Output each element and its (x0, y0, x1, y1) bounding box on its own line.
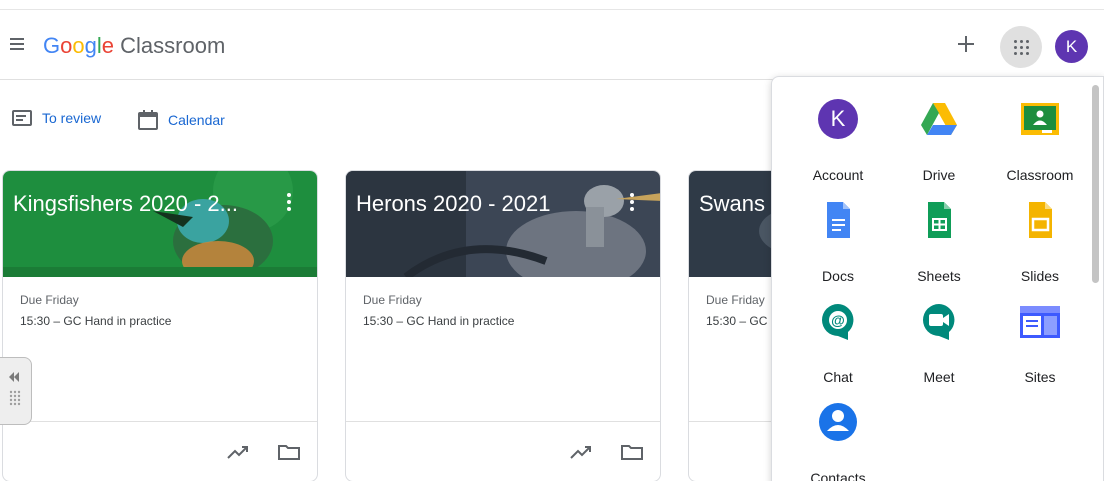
assignment-link[interactable]: 15:30 – GC Hand in practice (363, 314, 514, 328)
drive-icon (921, 103, 957, 135)
contacts-icon (819, 403, 857, 441)
account-icon: K (818, 99, 858, 139)
app-label: Sites (1024, 369, 1056, 385)
slides-icon (1029, 202, 1052, 238)
app-tile-account[interactable]: K Account (788, 83, 888, 183)
class-card-banner (346, 171, 660, 277)
app-label: Account (812, 167, 864, 183)
app-label: Sheets (917, 268, 961, 284)
card-divider (3, 421, 317, 422)
collapse-handle-icon (9, 372, 21, 406)
app-label: Meet (923, 369, 955, 385)
app-tile-drive[interactable]: Drive (889, 83, 989, 183)
browser-top-line (0, 9, 1104, 10)
app-label: Contacts (810, 470, 866, 481)
account-avatar-button[interactable]: K (1055, 30, 1088, 63)
app-tile-classroom[interactable]: Classroom (990, 83, 1090, 183)
due-label: Due Friday (363, 293, 422, 307)
to-review-label: To review (42, 110, 102, 126)
create-join-class-button[interactable] (952, 30, 980, 58)
app-label: Slides (1020, 268, 1060, 284)
chat-icon: @ (822, 304, 854, 340)
calendar-icon (138, 110, 158, 130)
class-card-title[interactable]: Herons 2020 - 2021 (356, 191, 550, 217)
app-tile-sheets[interactable]: Sheets (889, 184, 989, 284)
hamburger-menu-icon[interactable] (10, 38, 24, 50)
to-review-icon (12, 110, 32, 126)
class-folder-icon[interactable] (619, 439, 645, 465)
calendar-link[interactable]: Calendar (138, 110, 225, 130)
app-label: Drive (922, 167, 956, 183)
assignment-link[interactable]: 15:30 – GC (706, 314, 767, 328)
to-review-link[interactable]: To review (12, 110, 101, 126)
class-card-kingsfishers[interactable]: Kingsfishers 2020 - 2... Due Friday 15:3… (2, 170, 318, 481)
heron-banner-image (346, 171, 660, 277)
class-card-title[interactable]: Kingsfishers 2020 - 2... (13, 191, 238, 217)
class-card-title[interactable]: Swans (699, 191, 765, 217)
app-logo[interactable]: Google Classroom (43, 33, 225, 59)
due-label: Due Friday (706, 293, 765, 307)
app-header: Google Classroom K (0, 14, 1104, 80)
google-apps-button[interactable] (1000, 26, 1042, 68)
class-card-herons[interactable]: Herons 2020 - 2021 Due Friday 15:30 – GC… (345, 170, 661, 481)
assignment-link[interactable]: 15:30 – GC Hand in practice (20, 314, 171, 328)
class-card-banner (3, 171, 317, 277)
sheets-icon (928, 202, 951, 238)
app-label: Classroom (1006, 167, 1074, 183)
app-tile-docs[interactable]: Docs (788, 184, 888, 284)
launcher-scrollbar[interactable] (1092, 85, 1099, 283)
app-tile-slides[interactable]: Slides (990, 184, 1090, 284)
more-options-icon[interactable] (622, 191, 642, 215)
classroom-page: Google Classroom K To review Calendar Ki… (0, 0, 1104, 481)
gradebook-trending-icon[interactable] (225, 439, 251, 465)
side-panel-handle[interactable] (0, 357, 32, 425)
classroom-icon (1021, 103, 1059, 135)
app-tile-chat[interactable]: @ Chat (788, 285, 888, 385)
docs-icon (827, 202, 850, 238)
app-tile-contacts[interactable]: Contacts (788, 386, 888, 481)
app-label: Chat (823, 369, 853, 385)
sites-icon (1020, 306, 1060, 338)
kingfisher-banner-image (3, 171, 317, 277)
gradebook-trending-icon[interactable] (568, 439, 594, 465)
app-product-name: Classroom (120, 33, 226, 58)
app-label: Docs (822, 268, 854, 284)
svg-text:@: @ (831, 312, 845, 328)
google-apps-launcher: K Account Drive Classroom Docs Sheets Sl… (771, 76, 1104, 481)
meet-icon (923, 304, 955, 340)
class-folder-icon[interactable] (276, 439, 302, 465)
app-tile-sites[interactable]: Sites (990, 285, 1090, 385)
more-options-icon[interactable] (279, 191, 299, 215)
app-tile-meet[interactable]: Meet (889, 285, 989, 385)
calendar-label: Calendar (168, 112, 225, 128)
due-label: Due Friday (20, 293, 79, 307)
card-divider (346, 421, 660, 422)
